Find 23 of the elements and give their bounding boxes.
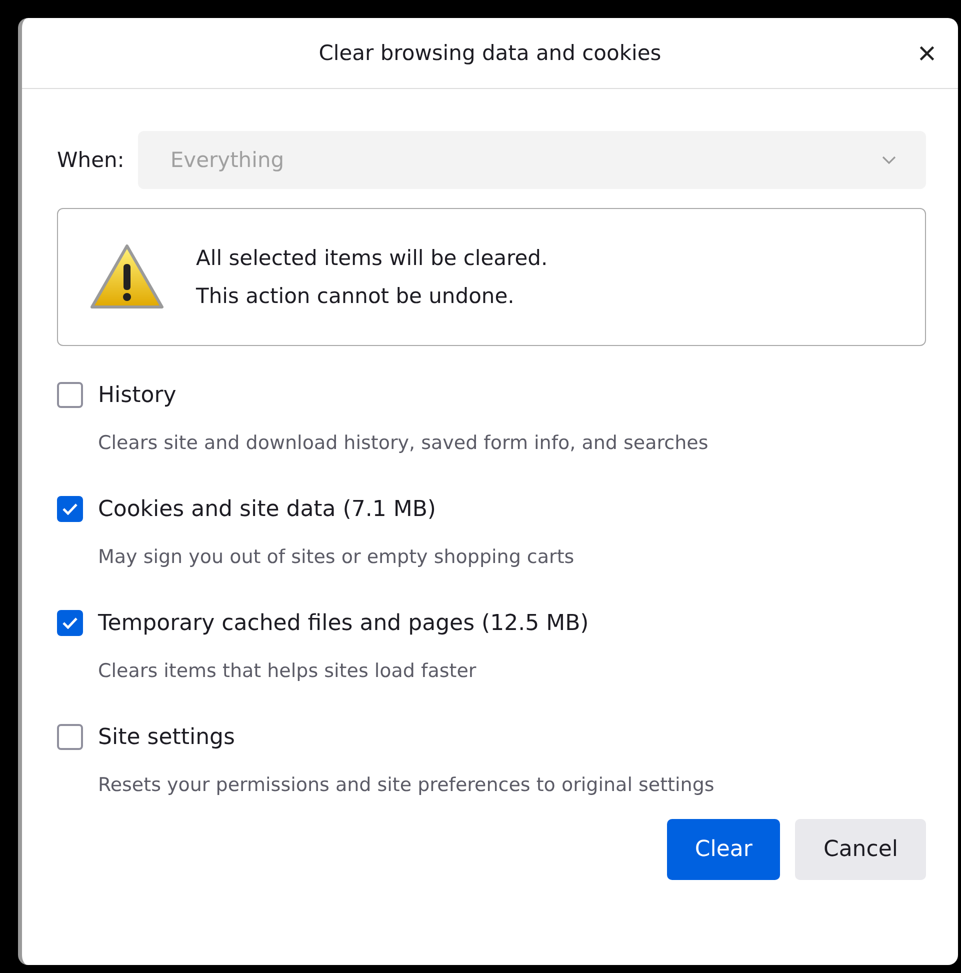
chevron-down-icon xyxy=(882,156,896,164)
option-label[interactable]: Cookies and site data (7.1 MB) xyxy=(98,496,436,522)
checkbox[interactable] xyxy=(57,610,83,636)
option-label[interactable]: Temporary cached files and pages (12.5 MB) xyxy=(98,610,589,636)
checkbox[interactable] xyxy=(57,496,83,522)
checkbox[interactable] xyxy=(57,724,83,750)
dialog-title: Clear browsing data and cookies xyxy=(318,41,662,65)
option-label[interactable]: Site settings xyxy=(98,724,235,750)
option-description: Resets your permissions and site preferences to original settings xyxy=(98,774,716,796)
option-description: May sign you out of sites or empty shopping carts xyxy=(98,546,576,568)
cancel-button[interactable]: Cancel xyxy=(795,819,926,880)
clear-button[interactable]: Clear xyxy=(666,819,780,880)
warning-text: This action cannot be undone. xyxy=(196,284,516,308)
option-description: Clears site and download history, saved form info, and searches xyxy=(98,432,710,454)
warning-icon xyxy=(90,244,164,310)
close-button[interactable]: × xyxy=(910,36,944,70)
warning-text: All selected items will be cleared. xyxy=(196,246,548,270)
option-description: Clears items that helps sites load faster xyxy=(98,660,478,682)
when-label: When: xyxy=(57,148,124,172)
checkmark-icon xyxy=(62,617,78,629)
option-label[interactable]: History xyxy=(98,382,176,408)
checkbox[interactable] xyxy=(57,382,83,408)
checkmark-icon xyxy=(62,503,78,515)
